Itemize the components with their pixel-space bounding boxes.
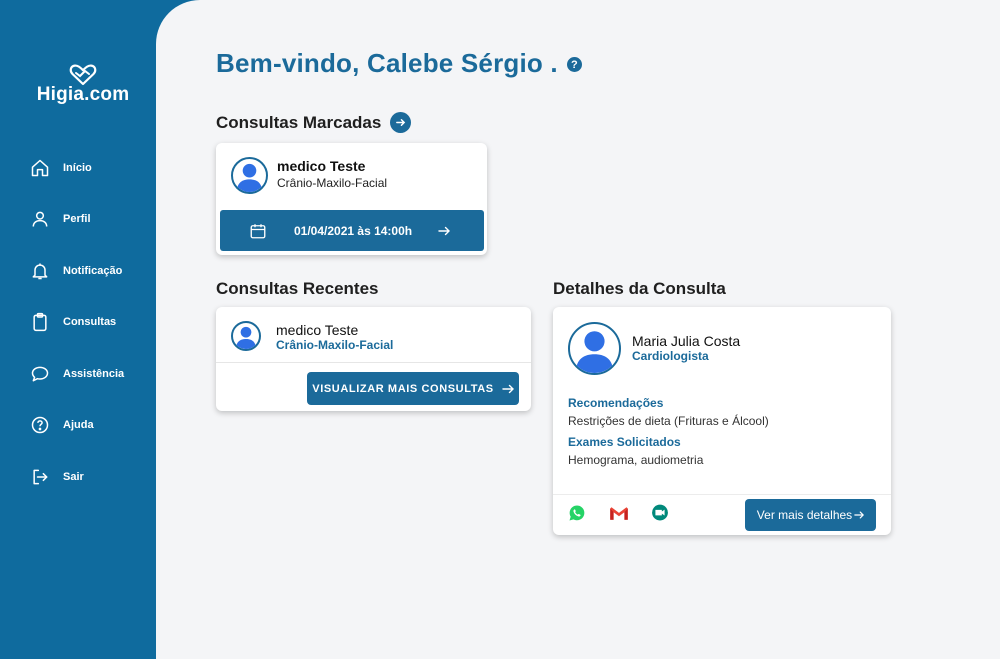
divider: [553, 494, 891, 495]
sidebar-nav: Início Perfil Notificação Consultas Assi…: [30, 150, 124, 511]
whatsapp-icon[interactable]: [568, 504, 586, 522]
help-icon[interactable]: ?: [566, 57, 582, 72]
exams-label: Exames Solicitados: [568, 435, 681, 449]
view-more-appointments-button[interactable]: VISUALIZAR MAIS CONSULTAS: [307, 372, 519, 405]
bell-icon: [32, 263, 48, 279]
recent-appointments-card: medico Teste Crânio-Maxilo-Facial VISUAL…: [216, 307, 531, 411]
chat-icon: [31, 366, 49, 382]
doctor-avatar: [231, 157, 268, 194]
view-more-label: VISUALIZAR MAIS CONSULTAS: [312, 382, 494, 395]
sidebar-item-ajuda[interactable]: Ajuda: [30, 408, 124, 443]
appointment-details-card: Maria Julia Costa Cardiologista Recomend…: [553, 307, 891, 535]
heart-logo-icon: [69, 64, 97, 86]
welcome-header: Bem-vindo, Calebe Sérgio . ?: [216, 48, 582, 79]
sidebar-item-label: Perfil: [63, 213, 91, 226]
calendar-icon: [250, 223, 266, 238]
details-title-text: Detalhes da Consulta: [553, 279, 726, 298]
list-item[interactable]: medico Teste Crânio-Maxilo-Facial: [216, 307, 531, 363]
user-icon: [32, 211, 48, 227]
doctor-avatar: [231, 321, 261, 351]
arrow-right-icon: [854, 511, 865, 519]
sidebar-item-label: Início: [63, 161, 92, 174]
meet-icon[interactable]: [650, 503, 670, 523]
appointment-datetime: 01/04/2021 às 14:00h: [294, 223, 413, 238]
doctor-name: medico Teste: [277, 158, 366, 174]
scheduled-section-title: Consultas Marcadas: [216, 112, 412, 133]
sidebar-item-perfil[interactable]: Perfil: [30, 202, 124, 237]
logo[interactable]: Higia.com: [28, 64, 138, 106]
sidebar-item-assistencia[interactable]: Assistência: [30, 356, 124, 391]
clipboard-icon: [33, 313, 47, 332]
scheduled-appointment-card[interactable]: medico Teste Crânio-Maxilo-Facial 01/04/…: [216, 143, 487, 255]
doctor-name: medico Teste: [276, 322, 359, 338]
doctor-specialty: Crânio-Maxilo-Facial: [277, 176, 388, 190]
view-details-label: Ver mais detalhes: [756, 508, 853, 522]
doctor-specialty: Crânio-Maxilo-Facial: [276, 338, 394, 352]
sidebar-item-label: Assistência: [63, 367, 125, 380]
doctor-name: Maria Julia Costa: [632, 333, 741, 349]
sidebar-item-label: Notificação: [63, 264, 123, 277]
home-icon: [31, 159, 49, 176]
doctor-avatar: [568, 322, 621, 375]
view-details-button[interactable]: Ver mais detalhes: [745, 499, 876, 531]
arrow-right-icon[interactable]: [390, 112, 412, 133]
doctor-specialty: Cardiologista: [632, 349, 709, 363]
recommendations-label: Recomendações: [568, 396, 664, 410]
help-circle-icon: [31, 417, 49, 434]
exams-text: Hemograma, audiometria: [568, 453, 704, 467]
page-title: Bem-vindo, Calebe Sérgio .: [216, 48, 558, 78]
sidebar-item-label: Ajuda: [63, 419, 94, 432]
sidebar-item-notificacao[interactable]: Notificação: [30, 253, 124, 288]
scheduled-title-text: Consultas Marcadas: [216, 112, 382, 132]
logo-text: Higia.com: [36, 84, 130, 105]
appointment-datetime-button[interactable]: 01/04/2021 às 14:00h: [220, 210, 484, 251]
main-content: Bem-vindo, Calebe Sérgio . ? Consultas M…: [156, 0, 1000, 659]
logout-icon: [33, 469, 48, 485]
sidebar-item-label: Sair: [63, 471, 84, 484]
recent-section-title: Consultas Recentes: [216, 279, 379, 299]
arrow-right-icon: [502, 384, 514, 393]
sidebar-item-label: Consultas: [63, 316, 117, 329]
gmail-icon[interactable]: [609, 506, 629, 521]
sidebar-item-consultas[interactable]: Consultas: [30, 305, 124, 340]
recent-title-text: Consultas Recentes: [216, 279, 379, 298]
details-section-title: Detalhes da Consulta: [553, 279, 726, 299]
sidebar-item-sair[interactable]: Sair: [30, 460, 124, 495]
sidebar-item-inicio[interactable]: Início: [30, 150, 124, 185]
arrow-right-icon: [438, 226, 451, 235]
recommendations-text: Restrições de dieta (Frituras e Álcool): [568, 414, 769, 428]
